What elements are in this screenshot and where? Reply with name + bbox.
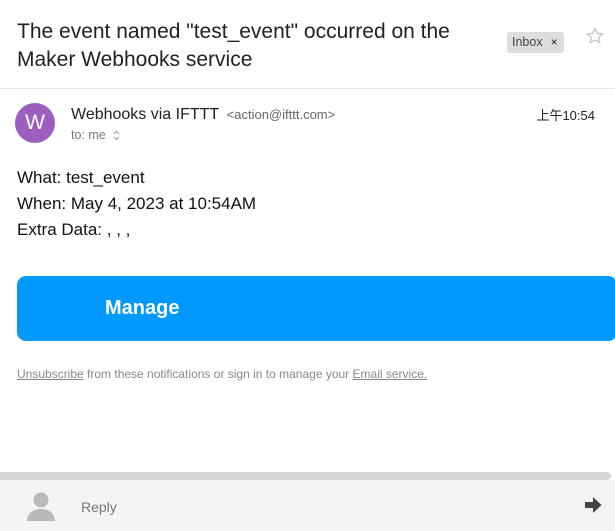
recipient-line: to: me xyxy=(71,128,120,142)
scroll-divider xyxy=(0,472,611,480)
reply-input[interactable]: Reply xyxy=(81,499,117,515)
label-text: Inbox xyxy=(512,35,543,49)
email-service-link[interactable]: Email service. xyxy=(353,367,428,381)
forward-arrow-icon[interactable] xyxy=(584,497,602,513)
sender-email: <action@ifttt.com> xyxy=(226,107,336,122)
email-subject: The event named "test_event" occurred on… xyxy=(17,20,450,71)
manage-button-label: Manage xyxy=(105,297,180,319)
recipient-text: to: me xyxy=(71,128,106,142)
email-body: What: test_event When: May 4, 2023 at 10… xyxy=(17,165,256,243)
inbox-label-chip[interactable]: Inbox × xyxy=(507,32,564,53)
chevron-updown-icon[interactable] xyxy=(113,130,120,141)
sender-name[interactable]: Webhooks via IFTTT xyxy=(71,106,219,123)
unsubscribe-link[interactable]: Unsubscribe xyxy=(17,367,84,381)
person-icon xyxy=(27,492,55,521)
close-icon[interactable]: × xyxy=(551,32,558,53)
extra-data-line: Extra Data: , , , xyxy=(17,220,131,239)
manage-button[interactable]: Manage xyxy=(17,276,615,341)
email-view: The event named "test_event" occurred on… xyxy=(0,0,615,531)
subject-header: The event named "test_event" occurred on… xyxy=(0,0,615,89)
footer-note: Unsubscribe from these notifications or … xyxy=(17,367,427,381)
footer-middle-text: from these notifications or sign in to m… xyxy=(83,367,353,381)
received-time: 上午10:54 xyxy=(536,108,595,123)
when-line: When: May 4, 2023 at 10:54AM xyxy=(17,194,257,213)
avatar: W xyxy=(15,103,55,143)
sender-line: Webhooks via IFTTT <action@ifttt.com> xyxy=(71,106,335,124)
star-icon[interactable] xyxy=(585,26,605,46)
what-line: What: test_event xyxy=(17,168,145,187)
